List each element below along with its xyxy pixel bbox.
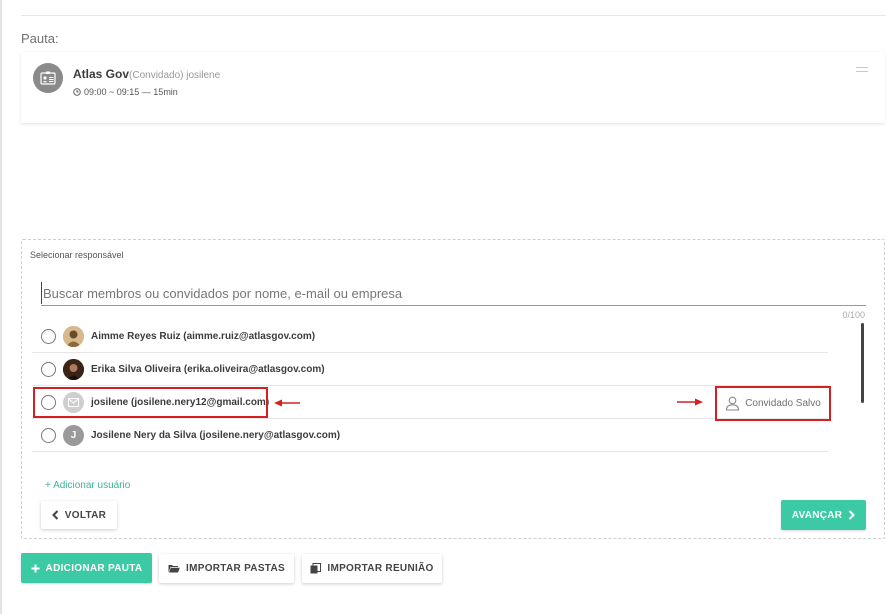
left-border bbox=[0, 0, 2, 614]
avatar: J bbox=[63, 424, 84, 446]
saved-guest-badge: Convidado Salvo bbox=[715, 386, 831, 421]
add-user-link[interactable]: + Adicionar usuário bbox=[45, 480, 130, 491]
pauta-label: Pauta: bbox=[21, 31, 59, 46]
avatar-initial: J bbox=[70, 429, 77, 441]
agenda-title-text: Atlas Gov bbox=[73, 67, 130, 81]
user-name: Josilene Nery da Silva (josilene.nery@at… bbox=[91, 429, 341, 441]
agenda-subtitle: (Convidado) josilene bbox=[129, 70, 221, 81]
character-counter: 0/100 bbox=[842, 310, 865, 320]
search-field bbox=[41, 282, 866, 306]
next-button-label: AVANÇAR bbox=[791, 509, 843, 521]
folder-open-icon bbox=[168, 565, 180, 573]
user-name: Aimme Reyes Ruiz (aimme.ruiz@atlasgov.co… bbox=[91, 330, 316, 342]
radio-button[interactable] bbox=[41, 328, 56, 344]
contact-card-icon bbox=[40, 71, 56, 85]
avatar-photo bbox=[63, 325, 84, 347]
annotation-arrow-left-icon bbox=[274, 399, 300, 407]
agenda-item-card[interactable]: Atlas Gov(Convidado) josilene 09:00 ~ 09… bbox=[21, 52, 885, 123]
avatar bbox=[63, 358, 84, 380]
list-item[interactable]: J Josilene Nery da Silva (josilene.nery@… bbox=[32, 419, 828, 452]
radio-button[interactable] bbox=[41, 361, 56, 377]
search-input[interactable] bbox=[41, 282, 866, 304]
drag-handle-icon[interactable] bbox=[856, 67, 868, 73]
saved-guest-label: Convidado Salvo bbox=[745, 398, 821, 409]
list-item[interactable] bbox=[32, 452, 828, 460]
back-button-label: VOLTAR bbox=[64, 509, 107, 521]
agenda-time: 09:00 ~ 09:15 — 15min bbox=[73, 87, 178, 97]
import-meeting-label: IMPORTAR REUNIÃO bbox=[327, 563, 434, 574]
next-button[interactable]: AVANÇAR bbox=[781, 500, 866, 530]
user-name: Erika Silva Oliveira (erika.oliveira@atl… bbox=[91, 363, 325, 375]
agenda-title: Atlas Gov(Convidado) josilene bbox=[73, 67, 220, 81]
plus-icon bbox=[31, 564, 40, 572]
avatar bbox=[63, 325, 84, 347]
import-folders-button[interactable]: IMPORTAR PASTAS bbox=[159, 554, 294, 583]
import-meeting-button[interactable]: IMPORTAR REUNIÃO bbox=[302, 554, 442, 583]
list-item[interactable]: Aimme Reyes Ruiz (aimme.ruiz@atlasgov.co… bbox=[32, 320, 828, 353]
annotation-arrow-right-icon bbox=[677, 398, 703, 406]
agenda-avatar bbox=[33, 63, 63, 93]
avatar-photo bbox=[63, 358, 84, 380]
import-folders-label: IMPORTAR PASTAS bbox=[186, 563, 285, 574]
list-item[interactable]: Erika Silva Oliveira (erika.oliveira@atl… bbox=[32, 353, 828, 386]
agenda-time-text: 09:00 ~ 09:15 — 15min bbox=[84, 87, 178, 97]
copy-icon bbox=[310, 563, 322, 574]
add-agenda-button[interactable]: ADICIONAR PAUTA bbox=[21, 553, 152, 583]
back-button[interactable]: VOLTAR bbox=[41, 501, 117, 529]
responsible-selector: Selecionar responsável 0/100 Aimme Reyes… bbox=[21, 239, 885, 539]
chevron-right-icon bbox=[849, 510, 856, 520]
clock-icon bbox=[73, 88, 81, 96]
chevron-left-icon bbox=[51, 510, 58, 520]
list-scrollbar[interactable] bbox=[861, 323, 864, 403]
radio-button[interactable] bbox=[41, 427, 56, 443]
annotation-highlight-box bbox=[33, 387, 268, 418]
add-agenda-label: ADICIONAR PAUTA bbox=[45, 562, 143, 574]
selector-label: Selecionar responsável bbox=[30, 250, 124, 260]
user-outline-icon bbox=[726, 396, 740, 411]
top-divider bbox=[21, 15, 886, 16]
